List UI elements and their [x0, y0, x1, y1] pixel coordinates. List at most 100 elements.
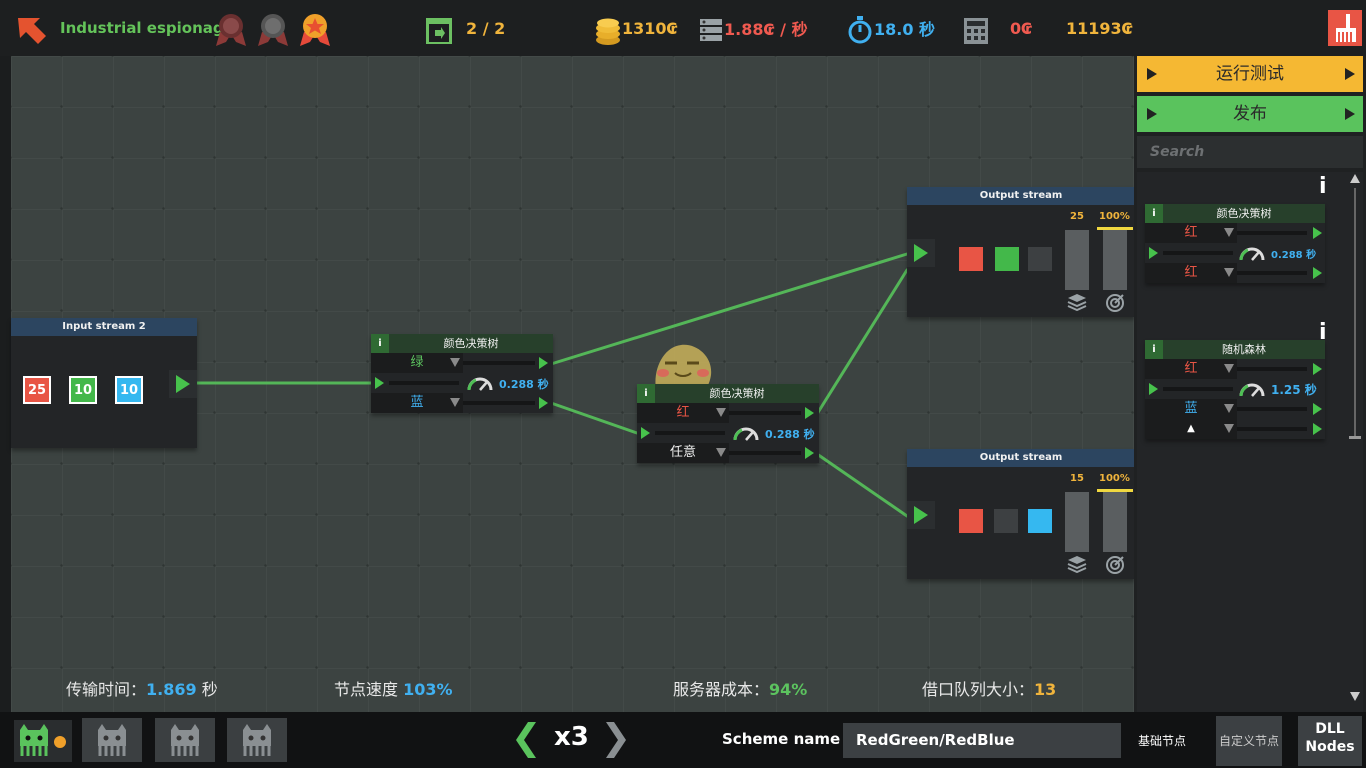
input-stream-node[interactable]: Input stream 2 25 10 10: [11, 318, 197, 448]
queue-size-stat: 借口队列大小：13: [922, 680, 1057, 699]
wire-node2-output1: [815, 268, 909, 416]
color-select-top[interactable]: 红: [637, 403, 729, 423]
back-arrow-icon[interactable]: [14, 14, 48, 48]
output-port-top[interactable]: [801, 405, 817, 421]
calculator-icon: [964, 18, 988, 44]
clear-broom-button[interactable]: [1328, 10, 1362, 46]
info-icon[interactable]: i: [1319, 174, 1327, 199]
timer-value: 18.0 秒: [874, 20, 936, 39]
level-counter-icon: [425, 17, 453, 45]
level-title: Industrial espionage: [60, 19, 234, 37]
color-select-bottom[interactable]: 任意: [637, 443, 729, 463]
scheme-name-label: Scheme name :: [722, 730, 852, 748]
color-select-bottom: 红: [1145, 263, 1237, 283]
chevron-down-icon: [450, 398, 460, 407]
coins-icon: [594, 16, 622, 46]
info-icon[interactable]: i: [371, 334, 389, 353]
server-cost-stat: 服务器成本：94%: [673, 680, 808, 699]
output-input-port[interactable]: [907, 501, 935, 529]
accuracy-percent: 100%: [1099, 473, 1130, 484]
run-test-button[interactable]: 运行测试: [1137, 56, 1363, 92]
chevron-down-icon: [1224, 268, 1234, 277]
publish-button[interactable]: 发布: [1137, 96, 1363, 132]
scroll-up-icon[interactable]: [1350, 174, 1360, 183]
target-square-1: [959, 247, 983, 271]
received-count: 25: [1070, 211, 1084, 222]
accuracy-percent: 100%: [1099, 211, 1130, 222]
player-slot-3[interactable]: [155, 718, 215, 762]
output-stream-title: Output stream: [907, 187, 1135, 205]
count-gauge: [1065, 492, 1089, 552]
chevron-down-icon: [450, 358, 460, 367]
info-icon: i: [1145, 340, 1163, 359]
silver-medal-icon: [256, 12, 290, 48]
node-title: 颜色决策树: [1216, 207, 1272, 220]
node-title: 随机森林: [1222, 343, 1266, 356]
output-stream-node-2[interactable]: Output stream 15 100%: [907, 449, 1135, 579]
input-output-port[interactable]: [169, 370, 197, 398]
chevron-down-icon: [1224, 424, 1234, 433]
target-square-3: [1028, 247, 1052, 271]
top-bar: Industrial espionage 2 / 2 1310₢ 1.88₢ /…: [0, 0, 1366, 56]
speed-gauge-icon: [733, 424, 759, 442]
layers-icon: [1067, 293, 1087, 312]
scroll-track[interactable]: [1354, 188, 1356, 438]
output-input-port[interactable]: [907, 239, 935, 267]
color-select-bottom[interactable]: 蓝: [371, 393, 463, 413]
info-icon: i: [1145, 204, 1163, 223]
scroll-down-icon[interactable]: [1350, 692, 1360, 701]
scheme-board[interactable]: Input stream 2 25 10 10 i 颜色决策树 绿 0.288 …: [11, 56, 1135, 712]
scroll-thumb[interactable]: [1349, 436, 1361, 439]
output-port-top[interactable]: [535, 355, 551, 371]
tab-custom-nodes[interactable]: 自定义节点: [1216, 716, 1282, 766]
output-port-bottom[interactable]: [535, 395, 551, 411]
input-count-green: 10: [69, 376, 97, 404]
output-port-bottom[interactable]: [801, 445, 817, 461]
decision-tree-node-2[interactable]: i 颜色决策树 红 0.288 秒 任意: [637, 384, 819, 463]
color-select-2: 蓝: [1145, 399, 1237, 419]
processing-speed: 0.288 秒: [1271, 250, 1317, 261]
count-gauge: [1065, 230, 1089, 290]
input-count-blue: 10: [115, 376, 143, 404]
play-icon: [1147, 68, 1157, 80]
cost-value: 0₢: [1010, 18, 1033, 38]
node-title: 颜色决策树: [443, 337, 499, 350]
player-avatar[interactable]: [14, 720, 72, 762]
speed-decrease-button[interactable]: [516, 720, 538, 760]
color-select-3: ▲: [1145, 419, 1237, 439]
color-select-top[interactable]: 绿: [371, 353, 463, 373]
processing-speed: 0.288 秒: [765, 428, 815, 441]
decision-tree-node-1[interactable]: i 颜色决策树 绿 0.288 秒 蓝: [371, 334, 553, 413]
player-slot-2[interactable]: [82, 718, 142, 762]
search-input[interactable]: Search: [1137, 136, 1363, 168]
chevron-down-icon: [716, 408, 726, 417]
stopwatch-icon: [848, 16, 872, 44]
library-item-decision-tree[interactable]: i 颜色决策树 红 0.288 秒 红: [1145, 204, 1325, 283]
level-counter: 2 / 2: [466, 18, 506, 38]
chevron-down-icon: [1224, 364, 1234, 373]
node-library-panel: 运行测试 发布 Search i i 颜色决策树 红 0.288 秒 红 i i…: [1134, 56, 1366, 714]
player-slot-4[interactable]: [227, 718, 287, 762]
wire-node1-output1: [549, 252, 909, 366]
info-icon[interactable]: i: [637, 384, 655, 403]
node-library-list[interactable]: i i 颜色决策树 红 0.288 秒 红 i i 随机森林 红 1.25 秒 …: [1137, 172, 1363, 712]
wire-node2-output2: [815, 452, 909, 518]
output-stream-node-1[interactable]: Output stream 25 100%: [907, 187, 1135, 317]
target-square-2: [995, 247, 1019, 271]
wire-node1-node2: [549, 401, 639, 435]
tab-dll-nodes[interactable]: DLL Nodes: [1298, 716, 1362, 766]
library-item-random-forest[interactable]: i 随机森林 红 1.25 秒 蓝 ▲: [1145, 340, 1325, 439]
processing-speed: 1.25 秒: [1271, 383, 1317, 397]
play-icon: [1345, 68, 1355, 80]
tab-basic-nodes[interactable]: 基础节点: [1138, 716, 1204, 766]
scheme-name-field[interactable]: RedGreen/RedBlue: [843, 723, 1121, 758]
processing-speed: 0.288 秒: [499, 378, 549, 391]
received-count: 15: [1070, 473, 1084, 484]
input-port[interactable]: [637, 425, 653, 441]
input-stream-title: Input stream 2: [11, 318, 197, 336]
input-port[interactable]: [371, 375, 387, 391]
speed-gauge-icon: [467, 374, 493, 392]
list-scrollbar[interactable]: [1349, 172, 1361, 708]
speed-increase-button[interactable]: [604, 720, 626, 760]
income-rate: 1.88₢ / 秒: [724, 20, 808, 39]
